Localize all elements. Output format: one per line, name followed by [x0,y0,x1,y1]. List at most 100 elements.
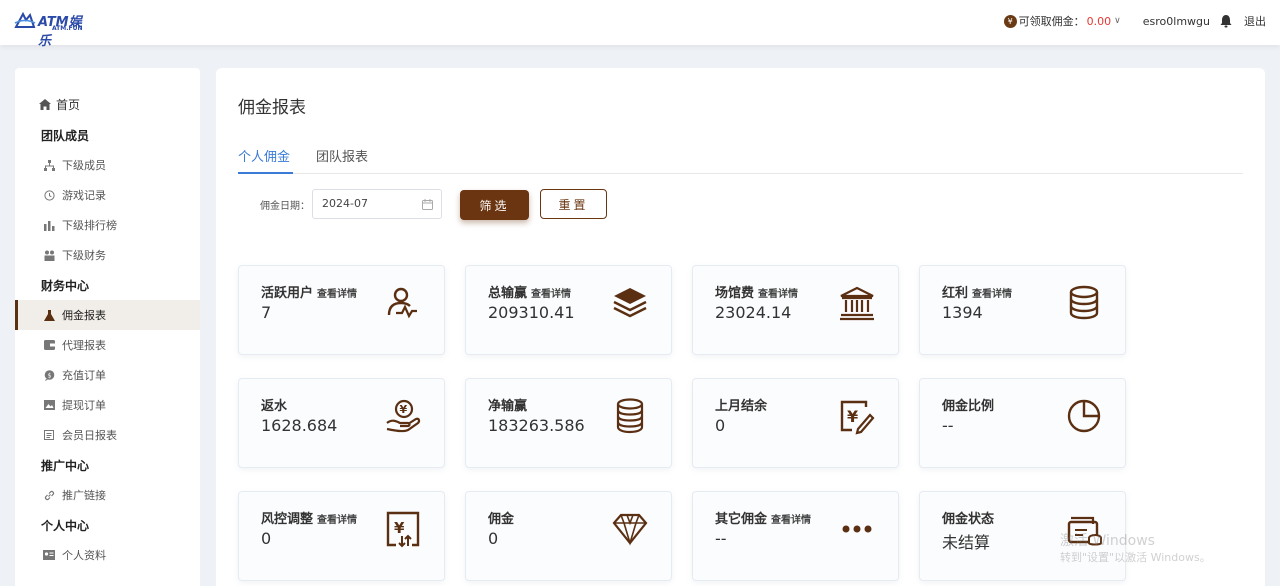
main-panel: 佣金报表 个人佣金 团队报表 佣金日期： 2024-07 筛选 重置 活跃用户查… [216,68,1265,586]
logo-subtext: ATM.FUN [52,25,83,32]
card-label: 场馆费 [715,286,755,301]
image-card-icon [43,399,55,411]
tab-team-report[interactable]: 团队报表 [316,146,368,174]
card-label: 其它佣金 [715,512,768,527]
logo[interactable]: ATM娱乐 ATM.FUN [14,10,94,49]
chat-coin-icon: $ [43,369,55,381]
card-value: 209310.41 [488,303,575,322]
view-details-link[interactable]: 查看详情 [972,289,1012,300]
stat-card-net-win-loss: 净输赢 183263.586 [465,378,672,468]
logo-mark-icon [14,12,36,28]
view-details-link[interactable]: 查看详情 [317,289,357,300]
clock-icon [43,189,55,201]
date-picker-input[interactable]: 2024-07 [312,189,442,219]
sidebar-section-promotion: 推广中心 [41,459,90,473]
sidebar-item-home[interactable]: 首页 [39,96,80,113]
card-label: 佣金状态 [942,512,995,527]
sidebar-item-subordinates[interactable]: 下级成员 [15,150,200,180]
stat-card-bonus: 红利 查看详情 1394 [919,265,1126,355]
svg-text:¥: ¥ [400,403,408,416]
card-label: 上月结余 [715,399,768,414]
card-value: 0 [488,529,499,548]
svg-text:¥: ¥ [394,519,405,537]
activation-watermark-title: 激活 Windows [1060,533,1155,549]
sidebar-item-daily-report[interactable]: 会员日报表 [15,420,200,450]
sidebar-item-promo-link[interactable]: 推广链接 [15,480,200,510]
stat-card-last-month-balance: 上月结余 0 ¥ [692,378,899,468]
view-details-link[interactable]: 查看详情 [317,515,357,526]
top-bar: ATM娱乐 ATM.FUN ¥ 可领取佣金： 0.00 ∨ esro0lmwgu… [0,0,1280,49]
sidebar-item-profile[interactable]: 个人资料 [15,540,200,570]
card-value: -- [942,416,954,435]
stat-card-risk-adjustment: 风控调整 查看详情 0 ¥ [238,491,445,581]
yen-coin-icon: ¥ [1003,14,1017,28]
sidebar-item-withdraw-orders[interactable]: 提现订单 [15,390,200,420]
stat-card-rebate: 返水 1628.684 ¥ [238,378,445,468]
coin-stack-icon [616,398,644,434]
more-icon [842,525,872,533]
org-tree-icon [43,159,55,171]
sidebar-item-label: 下级成员 [62,159,106,172]
filter-button[interactable]: 筛选 [460,190,529,220]
sidebar-section-team: 团队成员 [41,129,90,143]
sidebar-item-label: 代理报表 [62,339,106,352]
sidebar-item-label: 推广链接 [62,489,106,502]
sidebar: 首页 团队成员 下级成员 游戏记录 下级排行榜 下级财务 财务中心 佣金报表 代… [15,68,200,586]
yen-adjust-icon: ¥ [386,511,420,548]
diamond-icon [612,513,648,546]
wallet-small-icon [43,339,55,351]
stat-card-venue-fee: 场馆费 查看详情 23024.14 [692,265,899,355]
pie-chart-icon [1067,399,1101,433]
sidebar-item-label: 佣金报表 [62,309,106,322]
stat-card-commission: 佣金 0 [465,491,672,581]
stat-card-other-commission: 其它佣金 查看详情 -- [692,491,899,581]
logout-link[interactable]: 退出 [1244,13,1266,29]
card-value: 1394 [942,303,983,322]
coins-stack-icon [1069,285,1099,320]
bank-icon [840,286,874,321]
sidebar-item-commission-report[interactable]: 佣金报表 [15,300,200,330]
card-value: 23024.14 [715,303,792,322]
view-details-link[interactable]: 查看详情 [758,289,798,300]
sidebar-item-label: 个人资料 [62,549,106,562]
sidebar-item-deposit-orders[interactable]: $ 充值订单 [15,360,200,390]
people-icon [43,249,55,261]
stat-card-total-win-loss: 总输赢 查看详情 209310.41 [465,265,672,355]
sidebar-item-agent-report[interactable]: 代理报表 [15,330,200,360]
commission-value[interactable]: 0.00 [1087,15,1112,28]
date-filter-label: 佣金日期： [260,201,310,212]
layers-icon [613,288,647,318]
sidebar-item-label: 提现订单 [62,399,106,412]
card-value: 0 [261,529,272,548]
flask-icon [43,309,55,321]
tab-personal-commission[interactable]: 个人佣金 [238,146,293,174]
link-icon [43,489,55,501]
sidebar-item-ranking[interactable]: 下级排行榜 [15,210,200,240]
svg-text:$: $ [47,372,51,379]
sidebar-home-label: 首页 [56,98,81,112]
bell-icon[interactable] [1220,14,1232,28]
sidebar-item-label: 游戏记录 [62,189,106,202]
calendar-list-icon [43,429,55,441]
yen-edit-icon: ¥ [840,400,875,435]
username[interactable]: esro0lmwgu [1143,15,1210,28]
sidebar-item-sub-finance[interactable]: 下级财务 [15,240,200,270]
reset-button[interactable]: 重置 [540,189,607,219]
sidebar-item-label: 下级排行榜 [62,219,117,232]
view-details-link[interactable]: 查看详情 [531,289,571,300]
view-details-link[interactable]: 查看详情 [771,515,811,526]
bar-chart-icon [43,219,55,231]
card-value: 7 [261,303,272,322]
card-value: 未结算 [942,533,991,552]
card-label: 佣金 [488,512,515,527]
card-value: 0 [715,416,726,435]
hand-yen-icon: ¥ [386,399,421,433]
svg-text:¥: ¥ [847,407,858,426]
tab-bar: 个人佣金 团队报表 [238,146,1243,174]
sidebar-item-label: 充值订单 [62,369,106,382]
user-chart-icon [387,287,417,319]
sidebar-item-game-records[interactable]: 游戏记录 [15,180,200,210]
card-label: 佣金比例 [942,399,995,414]
activation-watermark-text: 转到"设置"以激活 Windows。 [1060,551,1211,564]
chevron-down-icon[interactable]: ∨ [1114,16,1121,26]
